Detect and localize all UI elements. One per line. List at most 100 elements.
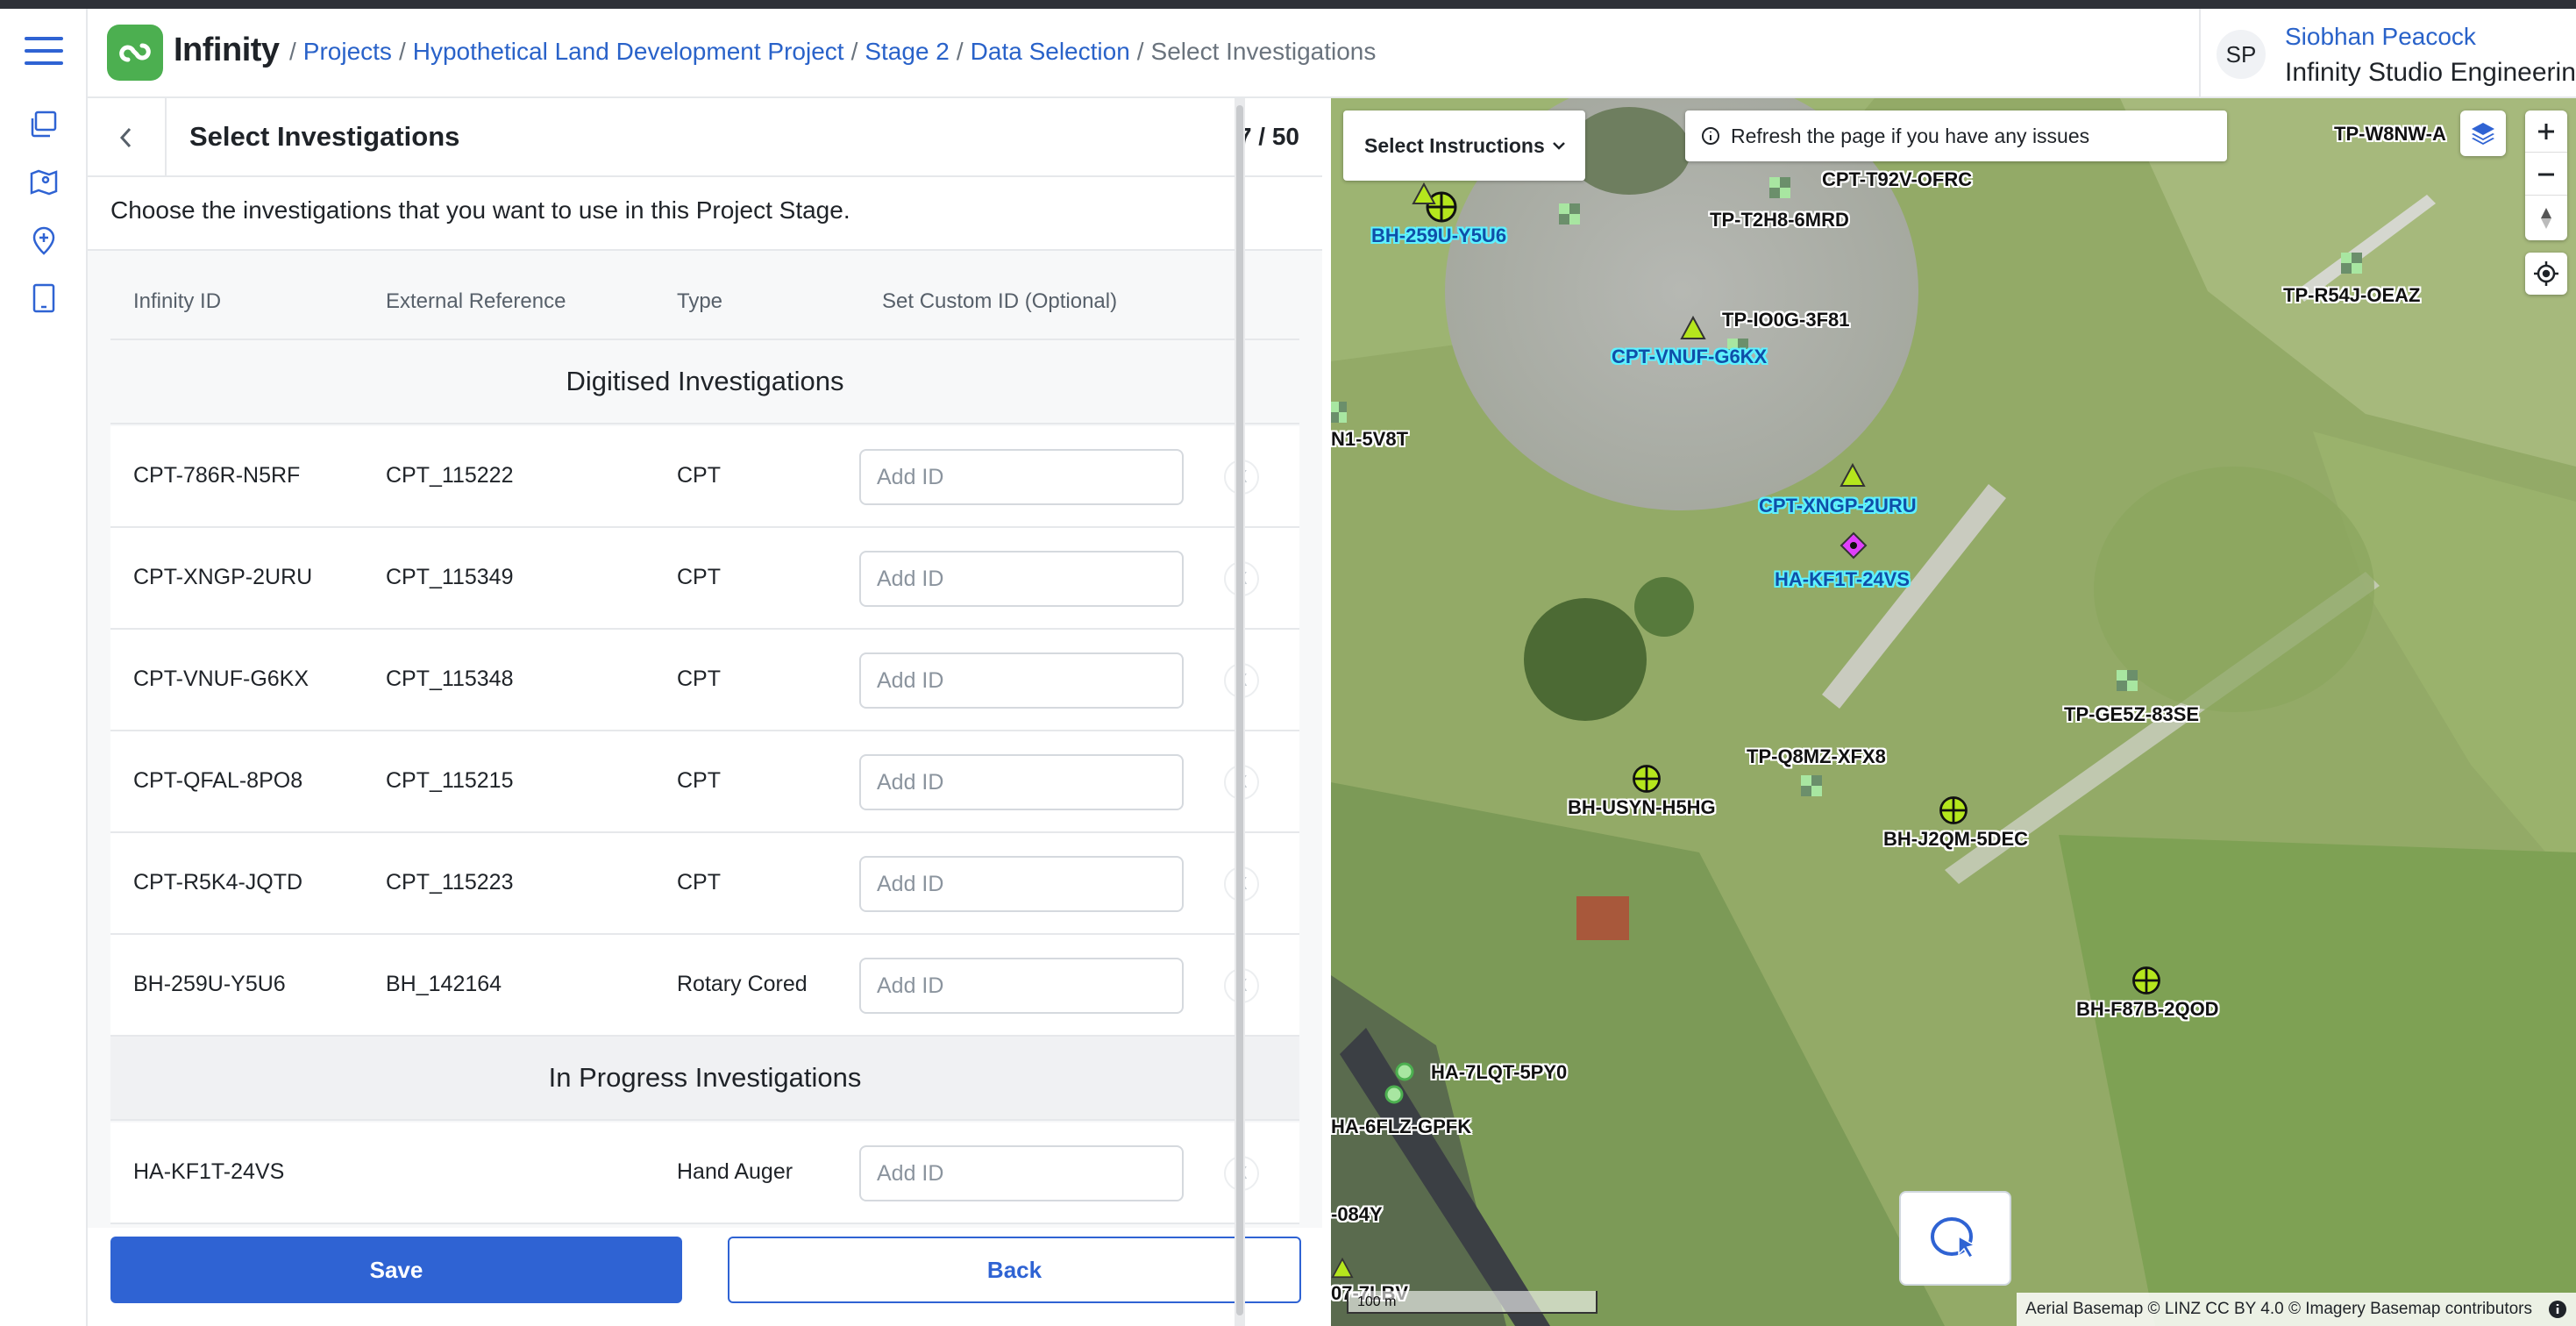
- map-label[interactable]: N1-5V8T: [1331, 428, 1408, 451]
- map-label[interactable]: BH-USYN-H5HG: [1568, 796, 1716, 819]
- ha-marker-icon[interactable]: [1384, 1084, 1405, 1105]
- cpt-marker-icon[interactable]: [1412, 182, 1436, 205]
- ha-marker-icon[interactable]: [1394, 1061, 1415, 1082]
- table-row[interactable]: CPT-QFAL-8PO8 CPT_115215 CPT X: [110, 731, 1299, 833]
- avatar[interactable]: SP: [2217, 30, 2266, 79]
- table-row[interactable]: CPT-R5K4-JQTD CPT_115223 CPT X: [110, 833, 1299, 935]
- map-label[interactable]: HA-6FLZ-GPFK: [1331, 1116, 1471, 1138]
- custom-id-input[interactable]: [859, 856, 1184, 912]
- tp-marker-icon[interactable]: [1331, 402, 1347, 423]
- column-custom-id: Set Custom ID (Optional): [882, 289, 1118, 313]
- page-title: Select Investigations: [189, 121, 460, 152]
- compass-button[interactable]: [2525, 196, 2567, 240]
- row-external-ref: CPT_115215: [386, 768, 514, 793]
- table-row[interactable]: CPT-VNUF-G6KX CPT_115348 CPT X: [110, 630, 1299, 731]
- section-digitised: Digitised Investigations: [110, 340, 1299, 424]
- row-external-ref: CPT_115222: [386, 463, 514, 488]
- tp-marker-icon[interactable]: [1559, 203, 1580, 225]
- window-top-strip: [0, 0, 2576, 9]
- custom-id-input[interactable]: [859, 551, 1184, 607]
- breadcrumb-data-selection[interactable]: Data Selection: [971, 38, 1130, 65]
- chevron-down-icon: [1552, 142, 1565, 150]
- back-button[interactable]: Back: [728, 1237, 1301, 1303]
- select-instructions-label: Select Instructions: [1364, 133, 1545, 157]
- cpt-marker-icon[interactable]: [1331, 1258, 1354, 1279]
- investigations-table: Infinity ID External Reference Type Set …: [88, 251, 1322, 1326]
- row-infinity-id: CPT-QFAL-8PO8: [133, 768, 303, 793]
- map-label[interactable]: TP-GE5Z-83SE: [2064, 703, 2199, 726]
- custom-id-input[interactable]: [859, 754, 1184, 810]
- bh-marker-icon[interactable]: [1936, 793, 1971, 828]
- plus-icon: [2538, 123, 2554, 139]
- table-row[interactable]: CPT-XNGP-2URU CPT_115349 CPT X: [110, 528, 1299, 630]
- map-label[interactable]: TP-Q8MZ-XFX8: [1747, 745, 1886, 768]
- map-label[interactable]: BH-259U-Y5U6: [1371, 225, 1506, 247]
- row-type: CPT: [677, 667, 721, 691]
- tablet-icon[interactable]: [23, 277, 65, 319]
- map-icon[interactable]: [23, 161, 65, 203]
- map-label[interactable]: HA-7LQT-5PY0: [1431, 1061, 1567, 1084]
- custom-id-input[interactable]: [859, 958, 1184, 1014]
- zoom-in-button[interactable]: [2525, 110, 2567, 153]
- menu-icon[interactable]: [23, 30, 65, 72]
- custom-id-input[interactable]: [859, 652, 1184, 709]
- custom-id-input[interactable]: [859, 1145, 1184, 1201]
- cpt-marker-icon[interactable]: [1839, 463, 1866, 488]
- bh-marker-icon[interactable]: [2129, 963, 2164, 998]
- locate-button[interactable]: [2525, 253, 2567, 295]
- user-name[interactable]: Siobhan Peacock: [2285, 23, 2476, 51]
- breadcrumb-stage[interactable]: Stage 2: [865, 38, 950, 65]
- scale-bar: 100 m: [1347, 1291, 1598, 1314]
- chevron-left-icon: [119, 127, 132, 148]
- crosshair-icon: [2534, 261, 2558, 286]
- row-type: CPT: [677, 463, 721, 488]
- bh-marker-icon[interactable]: [1629, 761, 1664, 796]
- tp-marker-icon[interactable]: [1769, 177, 1790, 198]
- map-label[interactable]: TP-IO0G-3F81: [1722, 309, 1849, 332]
- infinity-logo[interactable]: [107, 25, 163, 81]
- map-label[interactable]: BH-F87B-2QOD: [2076, 998, 2219, 1021]
- investigations-panel: Select Investigations 7 / 50 Choose the …: [88, 98, 1322, 1326]
- map-label[interactable]: TP-W8NW-A: [2334, 123, 2446, 146]
- tp-marker-icon[interactable]: [1801, 775, 1822, 796]
- table-row[interactable]: BH-259U-Y5U6 BH_142164 Rotary Cored X: [110, 935, 1299, 1037]
- map-label[interactable]: -084Y: [1331, 1203, 1383, 1226]
- map-label[interactable]: TP-T2H8-6MRD: [1710, 209, 1849, 232]
- map-label[interactable]: TP-R54J-OEAZ: [2283, 284, 2420, 307]
- breadcrumb-current: Select Investigations: [1150, 38, 1377, 65]
- select-instructions-dropdown[interactable]: Select Instructions: [1343, 110, 1585, 181]
- back-chevron-button[interactable]: [88, 98, 167, 177]
- breadcrumb-projects[interactable]: Projects: [303, 38, 392, 65]
- row-infinity-id: HA-KF1T-24VS: [133, 1159, 285, 1184]
- table-row[interactable]: HA-KF1T-24VS Hand Auger X: [110, 1123, 1299, 1224]
- map-label[interactable]: CPT-VNUF-G6KX: [1612, 346, 1767, 368]
- breadcrumb-project[interactable]: Hypothetical Land Development Project: [413, 38, 844, 65]
- location-pin-icon[interactable]: [23, 219, 65, 261]
- panel-scrollbar-thumb[interactable]: [1236, 105, 1243, 1315]
- panel-footer: Save Back: [88, 1228, 1322, 1326]
- map-view[interactable]: BH-259U-Y5U6 CPT-T92V-OFRC TP-T2H8-6MRD …: [1331, 98, 2576, 1326]
- layers-button[interactable]: [2460, 110, 2506, 156]
- row-infinity-id: CPT-786R-N5RF: [133, 463, 301, 488]
- aerial-imagery: [1331, 98, 2576, 1326]
- panel-header: Select Investigations 7 / 50: [88, 98, 1322, 177]
- column-infinity-id: Infinity ID: [133, 289, 222, 313]
- ha-selected-marker-icon[interactable]: [1839, 531, 1868, 560]
- compass-icon: [2541, 208, 2551, 229]
- info-icon[interactable]: [2548, 1300, 2567, 1319]
- tp-marker-icon[interactable]: [2117, 670, 2138, 691]
- map-label[interactable]: BH-J2QM-5DEC: [1883, 828, 2028, 851]
- custom-id-input[interactable]: [859, 449, 1184, 505]
- map-label[interactable]: CPT-XNGP-2URU: [1759, 495, 1917, 517]
- projects-icon[interactable]: [23, 103, 65, 146]
- tp-marker-icon[interactable]: [2341, 253, 2362, 274]
- column-type: Type: [677, 289, 723, 313]
- table-row[interactable]: CPT-786R-N5RF CPT_115222 CPT X: [110, 426, 1299, 528]
- zoom-out-button[interactable]: [2525, 153, 2567, 196]
- row-type: Rotary Cored: [677, 972, 808, 996]
- save-button[interactable]: Save: [110, 1237, 682, 1303]
- map-label[interactable]: CPT-T92V-OFRC: [1822, 168, 1972, 191]
- map-label[interactable]: HA-KF1T-24VS: [1775, 568, 1910, 591]
- cpt-marker-icon[interactable]: [1680, 316, 1706, 340]
- selection-tool-button[interactable]: [1899, 1191, 2011, 1286]
